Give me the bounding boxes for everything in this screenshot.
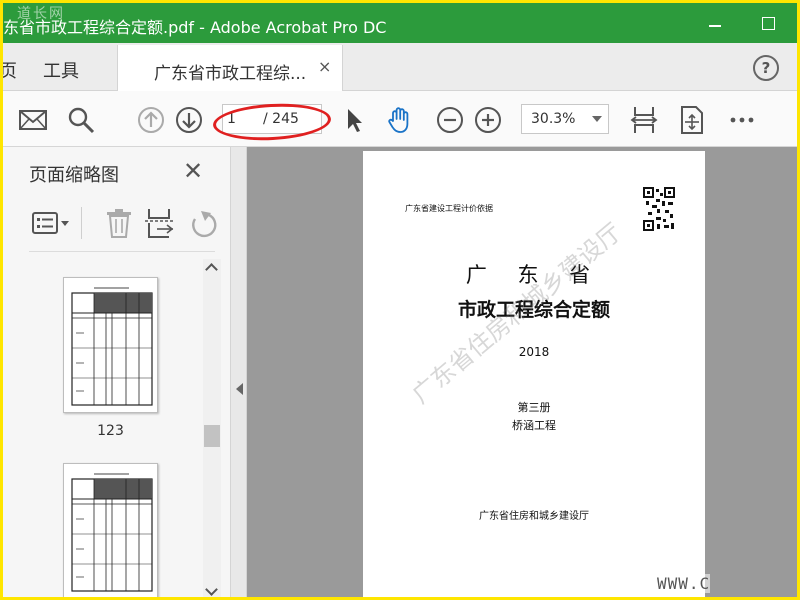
thumbnail-panel: 页面缩略图 ✕ 123 — [3, 147, 231, 597]
zoom-select[interactable]: 30.3% — [521, 104, 609, 134]
window-title: 东省市政工程综合定额.pdf - Adobe Acrobat Pro DC — [3, 18, 387, 37]
tab-document-label: 广东省市政工程综... — [154, 64, 307, 84]
search-icon[interactable] — [66, 105, 96, 135]
acrobat-window: 道长网 东省市政工程综合定额.pdf - Adobe Acrobat Pro D… — [3, 3, 797, 597]
scrollbar-thumb[interactable] — [204, 425, 220, 447]
thumbnail-list: 123 — [3, 259, 203, 597]
maximize-button[interactable] — [751, 3, 795, 43]
arrow-up-icon[interactable] — [136, 105, 166, 135]
delete-icon[interactable] — [105, 207, 133, 239]
zoom-in-icon[interactable] — [473, 105, 503, 135]
page-thumbnail[interactable] — [63, 277, 158, 413]
tab-tools[interactable]: 工具 — [43, 57, 79, 83]
zoom-out-icon[interactable] — [435, 105, 465, 135]
document-view[interactable]: 广东省建设工程计价依据 广 东 省 市政工程综合定额 2018 第三册 桥涵工程… — [247, 147, 797, 597]
doc-basis-text: 广东省建设工程计价依据 — [405, 204, 493, 213]
thumbnail-label: 123 — [97, 423, 124, 439]
panel-divider — [29, 251, 215, 252]
panel-collapse-strip[interactable] — [231, 147, 247, 597]
close-icon[interactable]: ✕ — [183, 159, 203, 183]
title-bar: 道长网 东省市政工程综合定额.pdf - Adobe Acrobat Pro D… — [3, 3, 797, 43]
more-icon[interactable] — [727, 105, 757, 135]
doc-publisher: 广东省住房和城乡建设厅 — [479, 511, 589, 522]
mail-icon[interactable] — [18, 105, 48, 135]
url-watermark: WWW.C — [657, 574, 711, 593]
minimize-button[interactable] — [693, 3, 737, 43]
fit-page-icon[interactable] — [677, 105, 707, 135]
tab-home[interactable]: 页 — [3, 57, 17, 83]
panel-title: 页面缩略图 — [29, 165, 119, 186]
hand-icon[interactable] — [385, 105, 415, 135]
rotate-icon[interactable] — [187, 207, 219, 239]
pointer-icon[interactable] — [339, 105, 369, 135]
fit-width-icon[interactable] — [629, 105, 659, 135]
zoom-value: 30.3% — [531, 111, 576, 127]
doc-year: 2018 — [518, 345, 550, 359]
options-icon[interactable] — [31, 207, 71, 239]
doc-volume: 第三册 — [517, 401, 551, 414]
tab-close-button[interactable]: × — [318, 57, 331, 76]
chevron-down-icon[interactable] — [205, 583, 218, 596]
page-thumbnail[interactable] — [63, 463, 158, 597]
chevron-left-icon[interactable] — [236, 383, 243, 395]
chevron-up-icon[interactable] — [205, 263, 218, 276]
qr-code-icon — [643, 187, 675, 231]
scrollbar[interactable] — [203, 259, 221, 597]
doc-subject: 桥涵工程 — [512, 419, 556, 432]
help-icon[interactable]: ? — [753, 55, 779, 81]
tab-bar: 页 工具 广东省市政工程综... × ? — [3, 43, 797, 91]
tab-document[interactable]: 广东省市政工程综... × — [117, 45, 343, 91]
chevron-down-icon — [592, 116, 602, 122]
toolbar-divider — [81, 207, 82, 239]
arrow-down-icon[interactable] — [174, 105, 204, 135]
extract-icon[interactable] — [145, 207, 175, 239]
toolbar: / 245 30.3% — [3, 91, 797, 147]
pdf-page: 广东省建设工程计价依据 广 东 省 市政工程综合定额 2018 第三册 桥涵工程… — [363, 151, 705, 597]
